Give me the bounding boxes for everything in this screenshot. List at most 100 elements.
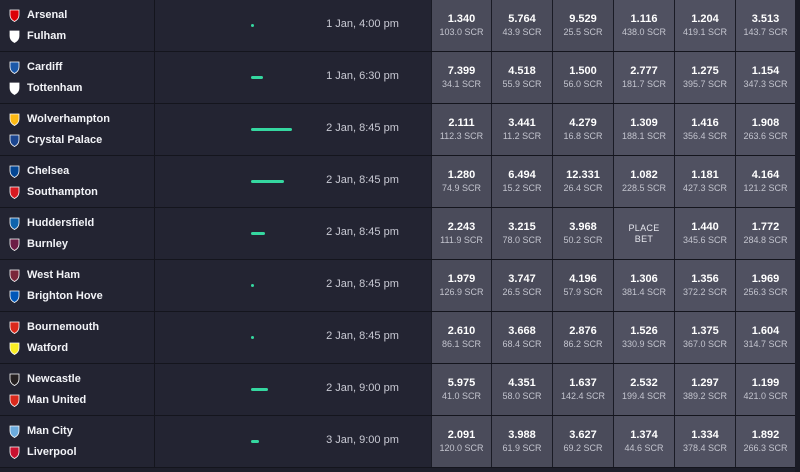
away-team[interactable]: Liverpool — [8, 442, 77, 462]
odds-button[interactable]: 2.111 112.3 SCR — [431, 104, 491, 155]
odds-button[interactable]: 3.747 26.5 SCR — [491, 260, 552, 311]
odds-button[interactable]: 4.196 57.9 SCR — [552, 260, 613, 311]
away-team[interactable]: Burnley — [8, 234, 68, 254]
away-team[interactable]: Southampton — [8, 182, 98, 202]
watford-crest-icon — [8, 341, 21, 355]
odds-button[interactable]: 1.116 438.0 SCR — [613, 0, 674, 51]
odds-button[interactable]: 2.610 86.1 SCR — [431, 312, 491, 363]
odds-button[interactable]: 1.772 284.8 SCR — [735, 208, 795, 259]
odds-button[interactable]: 1.526 330.9 SCR — [613, 312, 674, 363]
odds-button[interactable]: 2.876 86.2 SCR — [552, 312, 613, 363]
event-row[interactable]: West HamBrighton Hove34 SCR2 Jan, 8:45 p… — [0, 260, 800, 312]
away-team[interactable]: Tottenham — [8, 78, 82, 98]
odds-button[interactable]: 9.529 25.5 SCR — [552, 0, 613, 51]
home-team[interactable]: Arsenal — [8, 5, 67, 25]
odds-button[interactable]: 2.532 199.4 SCR — [613, 364, 674, 415]
odds-button[interactable]: 1.082 228.5 SCR — [613, 156, 674, 207]
odds-button[interactable]: 1.416 356.4 SCR — [674, 104, 735, 155]
kickoff-time: 2 Jan, 8:45 pm — [326, 278, 399, 290]
home-team[interactable]: Wolverhampton — [8, 109, 110, 129]
odds-button[interactable]: 5.975 41.0 SCR — [431, 364, 491, 415]
home-team[interactable]: Huddersfield — [8, 213, 94, 233]
event-row[interactable]: ChelseaSouthampton2,540 SCR2 Jan, 8:45 p… — [0, 156, 800, 208]
odds-button[interactable]: 1.280 74.9 SCR — [431, 156, 491, 207]
odds-button[interactable]: 3.988 61.9 SCR — [491, 416, 552, 467]
event-teams[interactable]: Bournemouth Watford — [0, 312, 155, 364]
home-team[interactable]: West Ham — [8, 265, 80, 285]
odds-button[interactable]: 1.181 427.3 SCR — [674, 156, 735, 207]
odds-button[interactable]: 4.279 16.8 SCR — [552, 104, 613, 155]
odds-button[interactable]: 3.968 50.2 SCR — [552, 208, 613, 259]
odds-button[interactable]: 3.668 68.4 SCR — [491, 312, 552, 363]
event-row[interactable]: NewcastleMan United1,320 SCR2 Jan, 9:00 … — [0, 364, 800, 416]
odds-button[interactable]: 3.627 69.2 SCR — [552, 416, 613, 467]
away-team[interactable]: Brighton Hove — [8, 286, 103, 306]
fulham-crest-icon — [8, 29, 21, 43]
odds-button[interactable]: 1.204 419.1 SCR — [674, 0, 735, 51]
odds-button[interactable]: 1.306 381.4 SCR — [613, 260, 674, 311]
event-row[interactable]: WolverhamptonCrystal Palace3,158 SCR2 Ja… — [0, 104, 800, 156]
away-team[interactable]: Man United — [8, 390, 86, 410]
odds-button[interactable]: 1.892 266.3 SCR — [735, 416, 795, 467]
scrollbar-track[interactable] — [795, 0, 800, 472]
event-teams[interactable]: Man City Liverpool — [0, 416, 155, 468]
odds-button[interactable]: 4.518 55.9 SCR — [491, 52, 552, 103]
odds-button[interactable]: 1.440 345.6 SCR — [674, 208, 735, 259]
event-teams[interactable]: Newcastle Man United — [0, 364, 155, 416]
odds-button[interactable]: 1.374 44.6 SCR — [613, 416, 674, 467]
odds-button[interactable]: 1.979 126.9 SCR — [431, 260, 491, 311]
odds-button[interactable]: 2.777 181.7 SCR — [613, 52, 674, 103]
event-teams[interactable]: Huddersfield Burnley — [0, 208, 155, 260]
event-teams[interactable]: Chelsea Southampton — [0, 156, 155, 208]
odds-button[interactable]: 6.494 15.2 SCR — [491, 156, 552, 207]
odds-button[interactable]: 3.441 11.2 SCR — [491, 104, 552, 155]
away-team[interactable]: Fulham — [8, 26, 66, 46]
odds-button[interactable]: 1.297 389.2 SCR — [674, 364, 735, 415]
away-team[interactable]: Crystal Palace — [8, 130, 102, 150]
home-team[interactable]: Man City — [8, 421, 73, 441]
odds-button[interactable]: 1.908 263.6 SCR — [735, 104, 795, 155]
event-row[interactable]: ArsenalFulham221 SCR1 Jan, 4:00 pm1.3401… — [0, 0, 800, 52]
odds-button[interactable]: 7.399 34.1 SCR — [431, 52, 491, 103]
odds-liquidity: 112.3 SCR — [439, 131, 484, 141]
odds-button[interactable]: 2.243 111.9 SCR — [431, 208, 491, 259]
event-teams[interactable]: Wolverhampton Crystal Palace — [0, 104, 155, 156]
event-row[interactable]: Man CityLiverpool474 SCR3 Jan, 9:00 pm2.… — [0, 416, 800, 468]
home-team-name: Wolverhampton — [27, 113, 110, 125]
odds-button[interactable]: 1.356 372.2 SCR — [674, 260, 735, 311]
odds-button[interactable]: 1.969 256.3 SCR — [735, 260, 795, 311]
odds-button[interactable]: 3.215 78.0 SCR — [491, 208, 552, 259]
odds-button[interactable]: 12.331 26.4 SCR — [552, 156, 613, 207]
event-teams[interactable]: Arsenal Fulham — [0, 0, 155, 52]
odds-button[interactable]: 1.375 367.0 SCR — [674, 312, 735, 363]
home-team[interactable]: Cardiff — [8, 57, 62, 77]
home-team[interactable]: Chelsea — [8, 161, 69, 181]
odds-button[interactable]: 4.164 121.2 SCR — [735, 156, 795, 207]
away-team[interactable]: Watford — [8, 338, 68, 358]
odds-button[interactable]: 1.199 421.0 SCR — [735, 364, 795, 415]
event-row[interactable]: CardiffTottenham913 SCR1 Jan, 6:30 pm7.3… — [0, 52, 800, 104]
event-teams[interactable]: West Ham Brighton Hove — [0, 260, 155, 312]
odds-button[interactable]: 1.309 188.1 SCR — [613, 104, 674, 155]
odds-button[interactable]: 1.334 378.4 SCR — [674, 416, 735, 467]
odds-button[interactable]: 1.340 103.0 SCR — [431, 0, 491, 51]
odds-price: 1.979 — [447, 273, 476, 285]
odds-button[interactable]: 1.604 314.7 SCR — [735, 312, 795, 363]
home-team[interactable]: Newcastle — [8, 369, 81, 389]
odds-button[interactable]: 2.091 120.0 SCR — [431, 416, 491, 467]
event-row[interactable]: BournemouthWatford36 SCR2 Jan, 8:45 pm2.… — [0, 312, 800, 364]
home-team[interactable]: Bournemouth — [8, 317, 99, 337]
odds-button[interactable]: 1.154 347.3 SCR — [735, 52, 795, 103]
odds-button[interactable]: 1.500 56.0 SCR — [552, 52, 613, 103]
odds-button[interactable]: 1.275 395.7 SCR — [674, 52, 735, 103]
event-row[interactable]: HuddersfieldBurnley1,073 SCR2 Jan, 8:45 … — [0, 208, 800, 260]
odds-button[interactable]: 4.351 58.0 SCR — [491, 364, 552, 415]
place-bet-button[interactable]: PLACE BET — [613, 208, 674, 259]
odds-liquidity: 421.0 SCR — [743, 391, 788, 401]
odds-button[interactable]: 3.513 143.7 SCR — [735, 0, 795, 51]
event-teams[interactable]: Cardiff Tottenham — [0, 52, 155, 104]
odds-button[interactable]: 5.764 43.9 SCR — [491, 0, 552, 51]
odds-button[interactable]: 1.637 142.4 SCR — [552, 364, 613, 415]
away-team-name: Crystal Palace — [27, 134, 103, 146]
odds-price: 7.399 — [447, 65, 476, 77]
